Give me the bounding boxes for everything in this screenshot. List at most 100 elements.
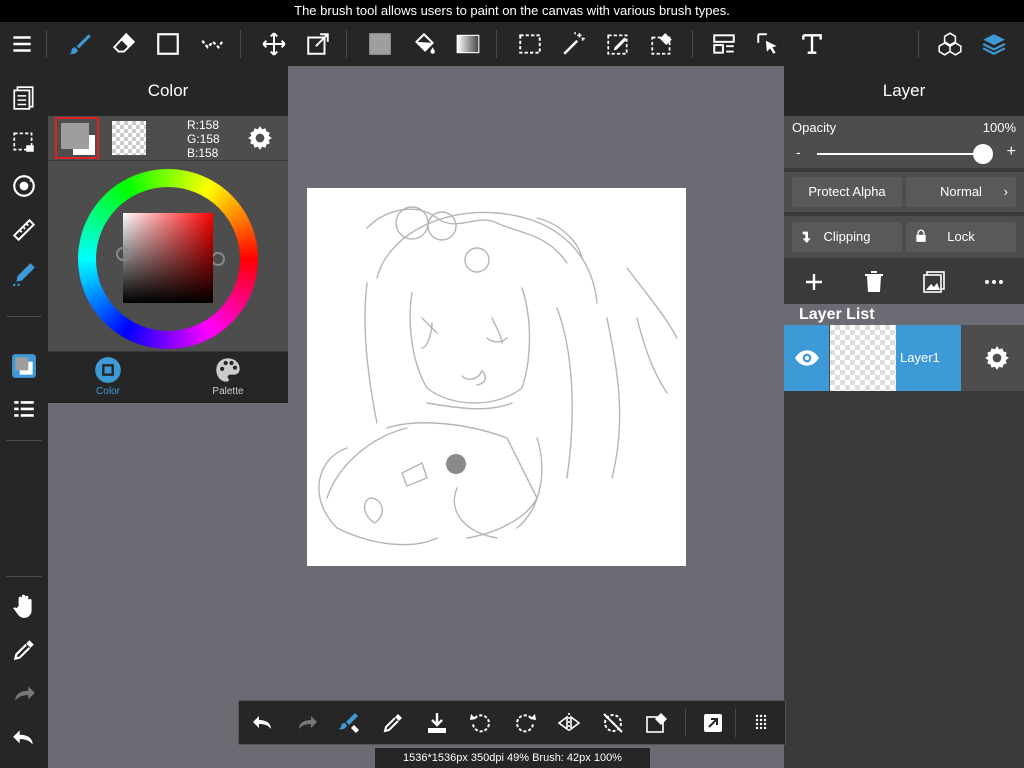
menu-icon[interactable]	[4, 22, 40, 66]
opacity-plus[interactable]: +	[1007, 143, 1016, 161]
flip-horizontal-icon[interactable]	[547, 701, 591, 744]
clear-selection-icon[interactable]	[635, 701, 679, 744]
lock-button[interactable]: Lock	[906, 222, 1016, 252]
undo-icon[interactable]	[0, 718, 48, 758]
tab-palette[interactable]: Palette	[168, 352, 288, 403]
opacity-value: 100%	[982, 120, 1016, 135]
share-export-icon[interactable]	[691, 701, 735, 744]
blend-row: Protect Alpha Normal ›	[784, 172, 1024, 212]
tab-color-label: Color	[96, 386, 120, 397]
opacity-slider-track[interactable]	[817, 153, 983, 155]
layout-icon[interactable]	[706, 22, 742, 66]
color-tab-icon	[95, 357, 121, 383]
layer-panel-title: Layer	[784, 66, 1024, 116]
color-settings-gear-icon[interactable]	[247, 125, 273, 151]
opacity-slider-handle[interactable]	[973, 144, 993, 164]
color-panel: Color R:158 G:158 B:158 Color Palette	[48, 66, 288, 403]
layer-panel: Layer Opacity 100% - + Protect Alpha Nor…	[784, 66, 1024, 768]
materials-icon[interactable]	[932, 22, 968, 66]
color-swatch-icon[interactable]	[0, 346, 48, 386]
redo-icon[interactable]	[285, 701, 329, 744]
color-panel-title: Color	[48, 66, 288, 116]
rgb-g-value: G:158	[187, 132, 220, 146]
add-layer-icon[interactable]	[802, 270, 826, 294]
gradient-icon[interactable]	[450, 22, 486, 66]
visibility-eye-icon[interactable]	[784, 325, 829, 391]
select-cursor-icon[interactable]	[750, 22, 786, 66]
layers-icon[interactable]	[976, 22, 1012, 66]
palette-icon	[216, 358, 240, 382]
selection-icon[interactable]	[0, 122, 48, 162]
snap-pen-icon[interactable]	[0, 254, 48, 294]
color-swatch-row: R:158 G:158 B:158	[48, 116, 288, 160]
layer-settings-gear-icon[interactable]	[984, 345, 1010, 371]
eyedropper-icon[interactable]	[0, 630, 48, 670]
sketch-drawing	[318, 206, 678, 546]
layer-name[interactable]: Layer1	[896, 325, 961, 391]
layer-image-icon[interactable]	[922, 270, 946, 294]
color-panel-tabs: Color Palette	[48, 352, 288, 403]
protect-alpha-button[interactable]: Protect Alpha	[792, 177, 902, 207]
hue-handle[interactable]	[211, 252, 225, 266]
undo-icon[interactable]	[241, 701, 285, 744]
fill-color-icon[interactable]	[362, 22, 398, 66]
ruler-icon[interactable]	[0, 210, 48, 250]
layer-row[interactable]: Layer1	[784, 325, 1024, 391]
tab-color[interactable]: Color	[48, 352, 168, 403]
canvas-area[interactable]	[288, 66, 784, 768]
color-wheel-area	[48, 161, 288, 351]
transparent-color-swatch[interactable]	[112, 121, 146, 155]
layer-actions	[784, 262, 1024, 302]
eyedropper-icon[interactable]	[371, 701, 415, 744]
select-rect-icon[interactable]	[512, 22, 548, 66]
text-icon[interactable]	[794, 22, 830, 66]
opacity-control: Opacity 100% - +	[784, 116, 1024, 168]
magic-wand-icon[interactable]	[556, 22, 592, 66]
more-options-icon[interactable]	[982, 270, 1006, 294]
clipping-arrow-icon	[800, 229, 816, 245]
hand-icon[interactable]	[0, 586, 48, 626]
rgb-r-value: R:158	[187, 118, 220, 132]
reset-rotation-icon[interactable]	[591, 701, 635, 744]
eraser-icon[interactable]	[106, 22, 142, 66]
drawing-canvas[interactable]	[307, 188, 686, 566]
trash-icon[interactable]	[862, 270, 886, 294]
dot-icon[interactable]	[194, 22, 230, 66]
bottom-toolbar	[238, 700, 786, 745]
chevron-right-icon: ›	[1003, 184, 1008, 199]
layer-list-icon[interactable]	[0, 390, 48, 430]
select-pen-icon[interactable]	[600, 22, 636, 66]
clipping-label: Clipping	[823, 229, 871, 244]
primary-color-swatch[interactable]	[55, 117, 99, 159]
opacity-label: Opacity	[792, 120, 837, 135]
save-download-icon[interactable]	[415, 701, 459, 744]
brush-eraser-toggle-icon[interactable]	[327, 701, 371, 744]
grid-menu-icon[interactable]	[739, 701, 783, 744]
top-toolbar	[0, 22, 1024, 66]
page-icon[interactable]	[0, 78, 48, 118]
brush-icon[interactable]	[62, 22, 98, 66]
rectangle-icon[interactable]	[150, 22, 186, 66]
bucket-icon[interactable]	[406, 22, 442, 66]
layer-thumbnail	[830, 325, 896, 391]
transform-icon[interactable]	[300, 22, 336, 66]
rotate-right-icon[interactable]	[503, 701, 547, 744]
rotate-canvas-icon[interactable]	[0, 166, 48, 206]
saturation-square[interactable]	[123, 213, 213, 303]
tool-tooltip: The brush tool allows users to paint on …	[0, 0, 1024, 22]
lock-label: Lock	[947, 229, 975, 244]
clip-lock-row: Clipping Lock	[784, 216, 1024, 258]
clipping-button[interactable]: Clipping	[792, 222, 902, 252]
select-eraser-icon[interactable]	[644, 22, 680, 66]
saturation-handle[interactable]	[116, 247, 130, 261]
layer-list-title: Layer List	[784, 304, 1024, 325]
opacity-minus[interactable]: -	[796, 144, 801, 160]
move-icon[interactable]	[256, 22, 292, 66]
blend-mode-button[interactable]: Normal ›	[906, 177, 1016, 207]
tab-palette-label: Palette	[212, 386, 244, 397]
status-bar: 1536*1536px 350dpi 49% Brush: 42px 100%	[375, 748, 650, 768]
rotate-left-icon[interactable]	[459, 701, 503, 744]
redo-icon[interactable]	[0, 674, 48, 714]
rgb-b-value: B:158	[187, 146, 219, 160]
left-sidebar	[0, 66, 48, 768]
